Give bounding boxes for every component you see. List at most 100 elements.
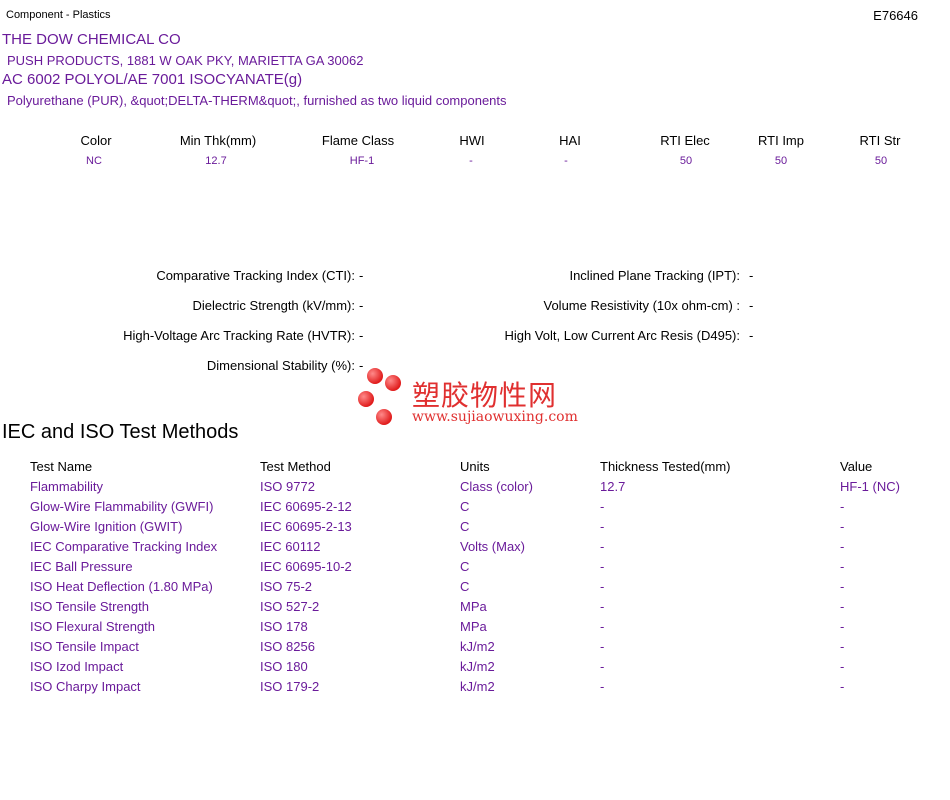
- cell-test-method: ISO 75-2: [260, 578, 313, 594]
- cell-test-name: Glow-Wire Ignition (GWIT): [30, 518, 183, 534]
- iso-section-title: IEC and ISO Test Methods: [2, 421, 239, 443]
- prop-value-flame-class: HF-1: [349, 155, 375, 167]
- prop-value-rti-str: 50: [874, 155, 888, 167]
- cell-test-method: ISO 180: [260, 658, 308, 674]
- cell-units: kJ/m2: [460, 638, 495, 654]
- ipt-label: Inclined Plane Tracking (IPT):: [569, 268, 740, 283]
- cell-test-method: IEC 60695-10-2: [260, 558, 352, 574]
- table-header-row: Test Name Test Method Units Thickness Te…: [30, 456, 940, 476]
- cell-value: HF-1 (NC): [840, 478, 900, 494]
- dielectric-strength-label: Dielectric Strength (kV/mm):: [192, 298, 355, 313]
- cell-value: -: [840, 658, 845, 674]
- ipt-value: -: [749, 268, 754, 283]
- cell-units: C: [460, 558, 470, 574]
- cti-value: -: [359, 268, 364, 283]
- file-number: E76646: [873, 8, 918, 23]
- hvtr-value: -: [359, 328, 364, 343]
- cell-value: -: [840, 598, 845, 614]
- table-row: IEC Comparative Tracking Index IEC 60112 V…: [30, 536, 940, 556]
- col-header-thickness: Thickness Tested(mm): [600, 458, 731, 474]
- cell-value: -: [840, 618, 845, 634]
- d495-label: High Volt, Low Current Arc Resis (D495):: [504, 328, 740, 343]
- cell-thickness: -: [600, 658, 605, 674]
- table-row: Glow-Wire Flammability (GWFI) IEC 60695-2…: [30, 496, 940, 516]
- cell-test-name: ISO Heat Deflection (1.80 MPa): [30, 578, 213, 594]
- cti-label: Comparative Tracking Index (CTI):: [156, 268, 355, 283]
- dimensional-stability-label: Dimensional Stability (%):: [206, 358, 355, 373]
- cell-units: MPa: [460, 598, 487, 614]
- prop-value-hai: -: [564, 155, 568, 167]
- table-row: Flammability ISO 9772 Class (color) 12.7 HF-…: [30, 476, 940, 496]
- cell-test-name: ISO Tensile Impact: [30, 638, 139, 654]
- cell-value: -: [840, 578, 845, 594]
- volume-resistivity-value: -: [749, 298, 754, 313]
- cell-thickness: -: [600, 498, 605, 514]
- cell-units: Volts (Max): [460, 538, 526, 554]
- cell-test-method: ISO 9772: [260, 478, 315, 494]
- cell-test-name: ISO Charpy Impact: [30, 678, 141, 694]
- table-row: ISO Heat Deflection (1.80 MPa) ISO 75-2 C -…: [30, 576, 940, 596]
- watermark-name: 塑胶物性网: [412, 379, 558, 412]
- company-address: PUSH PRODUCTS, 1881 W OAK PKY, MARIETTA …: [7, 53, 364, 68]
- cell-test-method: ISO 527-2: [260, 598, 320, 614]
- col-header-test-method: Test Method: [260, 458, 331, 474]
- cell-units: C: [460, 498, 470, 514]
- cell-thickness: -: [600, 618, 605, 634]
- cell-value: -: [840, 498, 845, 514]
- cell-value: -: [840, 678, 845, 694]
- cell-thickness: -: [600, 558, 605, 574]
- cell-test-name: Flammability: [30, 478, 103, 494]
- cell-units: MPa: [460, 618, 487, 634]
- prop-header-min-thk: Min Thk(mm): [179, 133, 257, 148]
- col-header-units: Units: [460, 458, 490, 474]
- prop-header-rti-str: RTI Str: [859, 133, 901, 148]
- cell-value: -: [840, 518, 845, 534]
- table-row: ISO Tensile Strength ISO 527-2 MPa - -: [30, 596, 940, 616]
- d495-value: -: [749, 328, 754, 343]
- col-header-value: Value: [840, 458, 873, 474]
- cell-thickness: -: [600, 578, 605, 594]
- category-label: Component - Plastics: [6, 9, 111, 21]
- product-name: AC 6002 POLYOL/AE 7001 ISOCYANATE(g): [2, 71, 303, 88]
- cell-test-name: IEC Ball Pressure: [30, 558, 133, 574]
- cell-test-method: IEC 60695-2-13: [260, 518, 352, 534]
- cell-test-method: ISO 8256: [260, 638, 315, 654]
- cell-test-name: Glow-Wire Flammability (GWFI): [30, 498, 214, 514]
- cell-test-name: ISO Flexural Strength: [30, 618, 155, 634]
- col-header-test-name: Test Name: [30, 458, 93, 474]
- cell-thickness: -: [600, 598, 605, 614]
- cell-units: Class (color): [460, 478, 533, 494]
- cell-test-method: IEC 60695-2-12: [260, 498, 352, 514]
- cell-thickness: -: [600, 518, 605, 534]
- cell-thickness: -: [600, 678, 605, 694]
- table-row: Glow-Wire Ignition (GWIT) IEC 60695-2-13 C…: [30, 516, 940, 536]
- prop-header-flame-class: Flame Class: [321, 133, 395, 148]
- hvtr-label: High-Voltage Arc Tracking Rate (HVTR):: [123, 328, 355, 343]
- watermark-dots-icon: [358, 368, 401, 425]
- cell-units: kJ/m2: [460, 678, 495, 694]
- prop-value-color: NC: [86, 155, 102, 167]
- cell-test-name: ISO Tensile Strength: [30, 598, 149, 614]
- cell-test-name: IEC Comparative Tracking Index: [30, 538, 218, 554]
- dielectric-strength-value: -: [359, 298, 364, 313]
- cell-test-name: ISO Izod Impact: [30, 658, 124, 674]
- iso-test-table: Test Name Test Method Units Thickness Te…: [30, 456, 940, 696]
- prop-value-min-thk: 12.7: [205, 155, 227, 167]
- product-description: Polyurethane (PUR), &quot;DELTA-THERM&qu…: [7, 93, 507, 108]
- cell-value: -: [840, 558, 845, 574]
- table-row: ISO Tensile Impact ISO 8256 kJ/m2 - -: [30, 636, 940, 656]
- cell-units: kJ/m2: [460, 658, 495, 674]
- cell-test-method: IEC 60112: [260, 538, 321, 554]
- cell-test-method: ISO 178: [260, 618, 308, 634]
- watermark-url: www.sujiaowuxing.com: [412, 409, 578, 425]
- table-row: ISO Charpy Impact ISO 179-2 kJ/m2 - -: [30, 676, 940, 696]
- cell-thickness: -: [600, 538, 605, 554]
- volume-resistivity-label: Volume Resistivity (10x ohm-cm) :: [543, 298, 741, 313]
- prop-header-color: Color: [80, 133, 112, 148]
- cell-units: C: [460, 578, 470, 594]
- table-row: IEC Ball Pressure IEC 60695-10-2 C - -: [30, 556, 940, 576]
- cell-value: -: [840, 638, 845, 654]
- table-row: ISO Flexural Strength ISO 178 MPa - -: [30, 616, 940, 636]
- prop-header-hai: HAI: [559, 133, 581, 148]
- table-row: ISO Izod Impact ISO 180 kJ/m2 - -: [30, 656, 940, 676]
